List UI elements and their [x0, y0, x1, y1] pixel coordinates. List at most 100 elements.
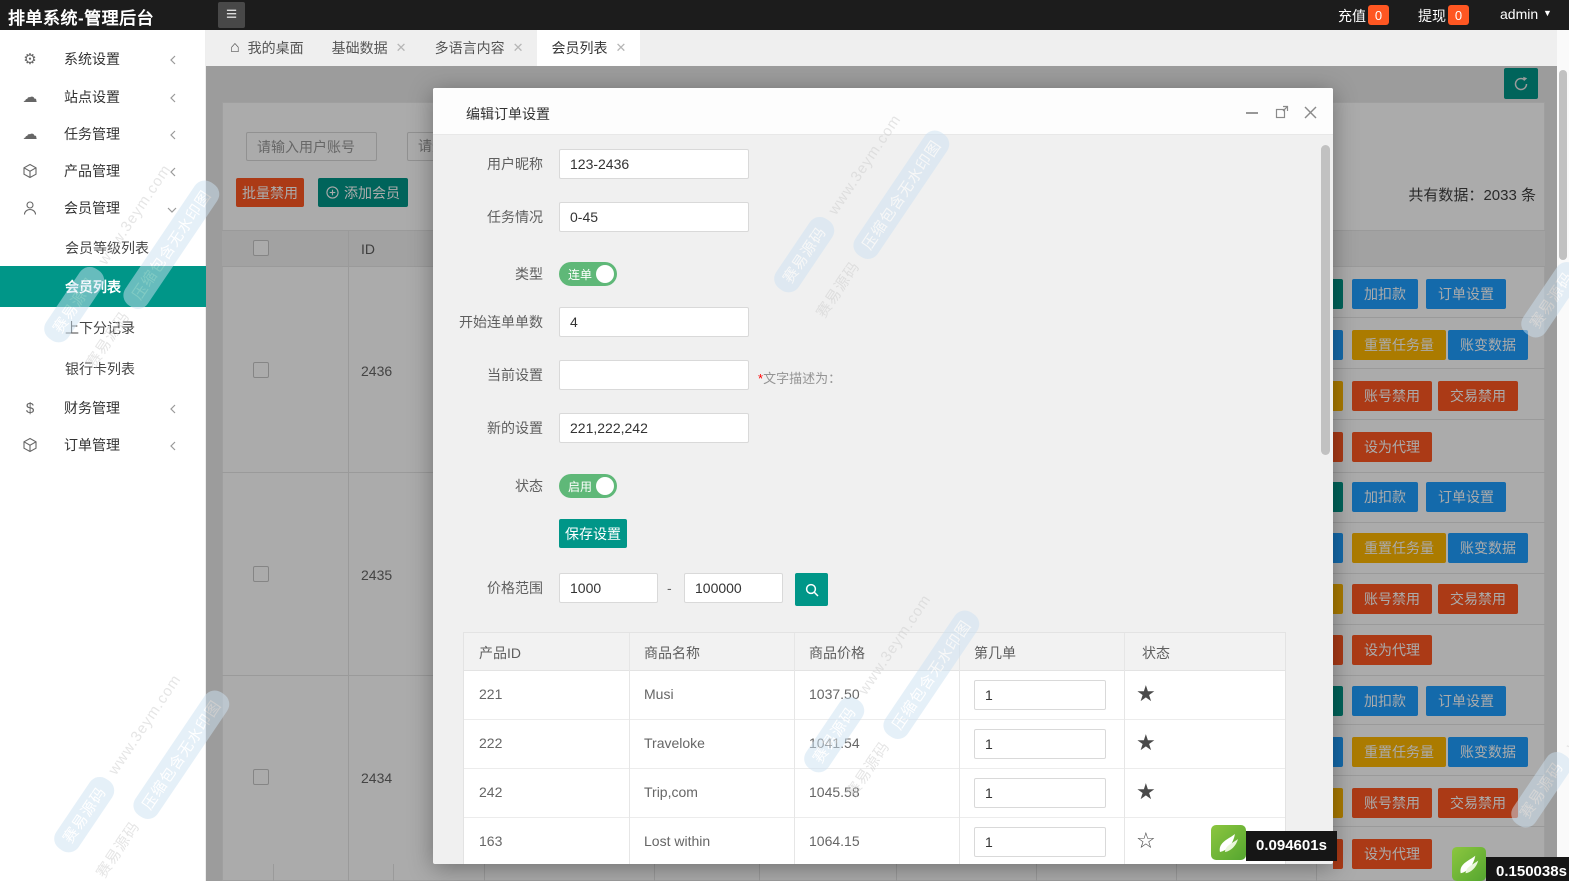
- star-icon[interactable]: ★: [1136, 730, 1156, 756]
- caret-down-icon: ▼: [1543, 8, 1552, 18]
- order-number-input[interactable]: [974, 729, 1106, 759]
- type-toggle[interactable]: 连单: [559, 262, 617, 286]
- current-setting-input[interactable]: [559, 360, 749, 390]
- product-table: 产品ID 商品名称 商品价格 第几单 状态 221 Musi 1037.50 ★…: [463, 632, 1286, 864]
- sidebar-item-site-settings[interactable]: ☁ 站点设置: [0, 78, 206, 116]
- app-screen: 排单系统-管理后台 ≡ 充值 0 提现 0 admin ▼ ⌂ 我的桌面 基础数…: [0, 0, 1569, 881]
- recharge-count-badge[interactable]: 0: [1368, 5, 1389, 25]
- chevron-left-icon: [168, 402, 178, 418]
- elapsed-time: 0.150038s: [1486, 857, 1569, 881]
- col-product-price: 商品价格: [809, 643, 865, 663]
- order-number-input[interactable]: [974, 680, 1106, 710]
- search-icon: [804, 582, 820, 598]
- sidebar-item-member-list[interactable]: 会员列表: [0, 266, 206, 307]
- close-icon[interactable]: [1301, 103, 1319, 121]
- sidebar-item-task-management[interactable]: ☁ 任务管理: [0, 115, 206, 153]
- current-setting-hint: *文字描述为：: [758, 368, 841, 387]
- tab-desktop[interactable]: ⌂ 我的桌面: [216, 30, 318, 66]
- status-label: 状态: [433, 471, 543, 501]
- modal-header: 编辑订单设置: [433, 88, 1333, 135]
- toggle-knob: [596, 265, 614, 283]
- star-icon[interactable]: ☆: [1136, 828, 1156, 854]
- start-chain-count-label: 开始连单单数: [433, 307, 543, 337]
- gear-icon: ⚙: [22, 50, 38, 68]
- star-icon[interactable]: ★: [1136, 779, 1156, 805]
- app-title: 排单系统-管理后台: [8, 4, 154, 29]
- close-tab-icon[interactable]: ✕: [615, 40, 626, 56]
- modal-scrollbar-thumb[interactable]: [1321, 145, 1330, 455]
- chevron-left-icon: [168, 439, 178, 455]
- chevron-left-icon: [168, 91, 178, 107]
- col-order-number: 第几单: [974, 643, 1016, 663]
- hamburger-menu-icon[interactable]: ≡: [218, 2, 245, 28]
- tab-basic-data[interactable]: 基础数据 ✕: [318, 30, 421, 66]
- maximize-icon[interactable]: [1273, 103, 1291, 121]
- sidebar-item-finance-management[interactable]: $ 财务管理: [0, 389, 206, 427]
- modal-title: 编辑订单设置: [466, 104, 550, 124]
- sidebar-item-member-management[interactable]: 会员管理: [0, 189, 206, 227]
- tabstrip: ⌂ 我的桌面 基础数据 ✕ 多语言内容 ✕ 会员列表 ✕: [206, 30, 1569, 66]
- col-product-id: 产品ID: [479, 643, 521, 663]
- price-range-separator: -: [667, 580, 672, 596]
- order-number-input[interactable]: [974, 827, 1106, 857]
- sidebar-item-product-management[interactable]: 产品管理: [0, 152, 206, 190]
- col-status: 状态: [1142, 643, 1170, 663]
- sidebar: ⚙ 系统设置 ☁ 站点设置 ☁ 任务管理 产品管理 会员管理 会员等级列表: [0, 30, 206, 881]
- save-settings-button[interactable]: 保存设置: [559, 519, 627, 548]
- type-label: 类型: [433, 259, 543, 289]
- start-chain-count-input[interactable]: [559, 307, 749, 337]
- tab-member-list[interactable]: 会员列表 ✕: [537, 30, 640, 66]
- thinkphp-logo-icon: [1452, 847, 1486, 881]
- user-menu[interactable]: admin: [1500, 6, 1538, 22]
- sidebar-item-points-record[interactable]: 上下分记录: [0, 307, 206, 348]
- tab-multilang[interactable]: 多语言内容 ✕: [421, 30, 538, 66]
- perf-badge: 0.150038s: [1452, 847, 1569, 881]
- minimize-icon[interactable]: [1243, 103, 1261, 121]
- close-tab-icon[interactable]: ✕: [513, 40, 524, 56]
- current-setting-label: 当前设置: [433, 360, 543, 390]
- new-setting-label: 新的设置: [433, 413, 543, 443]
- edit-order-settings-modal: 编辑订单设置 用户昵称 任务情况 类型 连单 开始连单单数 当前设置 *文字描述…: [433, 88, 1333, 864]
- status-toggle[interactable]: 启用: [559, 474, 617, 498]
- sidebar-item-system-settings[interactable]: ⚙ 系统设置: [0, 40, 206, 78]
- product-row: 163 Lost within 1064.15 ☆: [464, 818, 1285, 864]
- withdraw-count-badge[interactable]: 0: [1448, 5, 1469, 25]
- chevron-down-icon: [166, 202, 178, 218]
- nickname-input[interactable]: [559, 149, 749, 179]
- task-status-input[interactable]: [559, 202, 749, 232]
- elapsed-time: 0.094601s: [1246, 831, 1337, 861]
- withdraw-link[interactable]: 提现: [1418, 6, 1446, 26]
- price-max-input[interactable]: [684, 573, 783, 603]
- product-row: 221 Musi 1037.50 ★: [464, 671, 1285, 720]
- sidebar-item-order-management[interactable]: 订单管理: [0, 426, 206, 464]
- nickname-label: 用户昵称: [433, 149, 543, 179]
- thinkphp-logo-icon: [1211, 825, 1246, 860]
- price-range-label: 价格范围: [433, 573, 543, 603]
- product-row: 222 Traveloke 1041.54 ★: [464, 720, 1285, 769]
- order-number-input[interactable]: [974, 778, 1106, 808]
- task-status-label: 任务情况: [433, 202, 543, 232]
- recharge-link[interactable]: 充值: [1338, 6, 1366, 26]
- cloud-icon: ☁: [22, 125, 38, 143]
- new-setting-input[interactable]: [559, 413, 749, 443]
- page-scrollbar-thumb[interactable]: [1559, 70, 1567, 260]
- topbar: 排单系统-管理后台 ≡ 充值 0 提现 0 admin ▼: [0, 0, 1569, 30]
- dollar-icon: $: [22, 400, 38, 417]
- cube-icon: [22, 437, 38, 453]
- sidebar-item-member-level-list[interactable]: 会员等级列表: [0, 227, 206, 268]
- page-scrollbar[interactable]: [1557, 30, 1569, 881]
- price-search-button[interactable]: [795, 573, 828, 606]
- sidebar-item-bank-card-list[interactable]: 银行卡列表: [0, 348, 206, 389]
- product-table-header: 产品ID 商品名称 商品价格 第几单 状态: [464, 633, 1285, 671]
- chevron-left-icon: [168, 128, 178, 144]
- cloud-icon: ☁: [22, 88, 38, 106]
- price-min-input[interactable]: [559, 573, 658, 603]
- perf-badge: 0.094601s: [1211, 825, 1337, 861]
- col-product-name: 商品名称: [644, 643, 700, 663]
- cube-icon: [22, 163, 38, 179]
- close-tab-icon[interactable]: ✕: [396, 40, 407, 56]
- toggle-knob: [596, 477, 614, 495]
- person-icon: [22, 200, 38, 216]
- home-icon: ⌂: [230, 39, 240, 57]
- star-icon[interactable]: ★: [1136, 681, 1156, 707]
